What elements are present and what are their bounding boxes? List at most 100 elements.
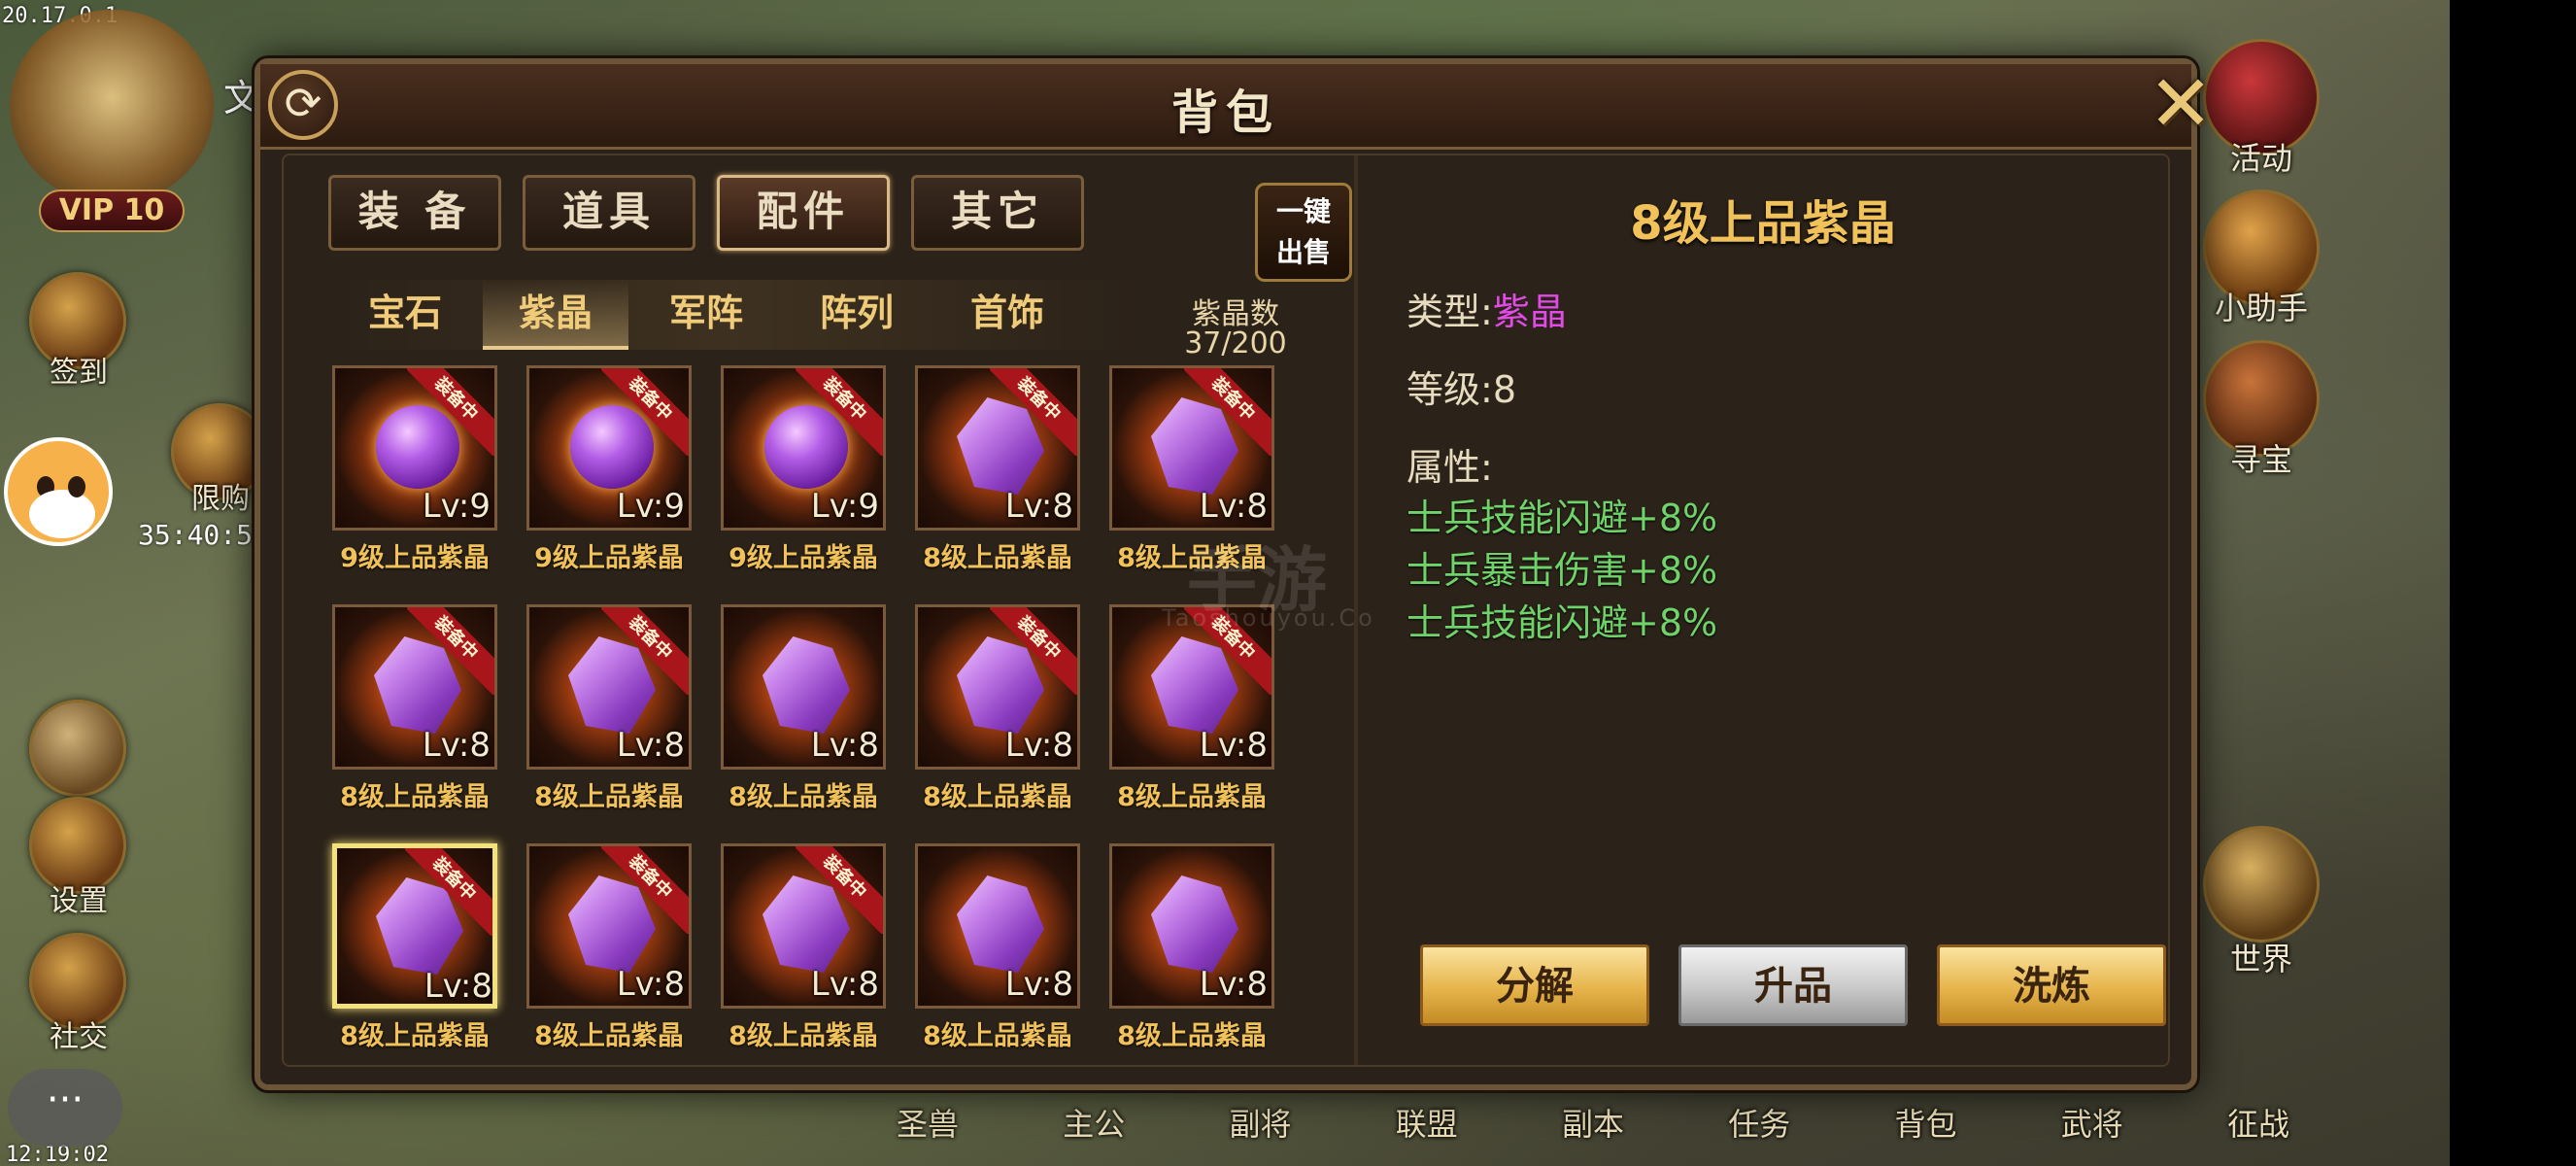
nav-item[interactable]: 主公 bbox=[1040, 1100, 1147, 1158]
subtab-formation[interactable]: 阵列 bbox=[784, 280, 930, 350]
item-level: Lv:8 bbox=[1199, 965, 1268, 1004]
inventory-item[interactable]: 装备中 Lv:8 8级上品紫晶 bbox=[915, 365, 1080, 573]
inventory-item[interactable]: 装备中 Lv:8 8级上品紫晶 bbox=[526, 843, 692, 1051]
inventory-item[interactable]: 装备中 Lv:9 9级上品紫晶 bbox=[332, 365, 497, 573]
inventory-item[interactable]: 装备中 Lv:8 8级上品紫晶 bbox=[721, 843, 886, 1051]
equipped-tag: 装备中 bbox=[601, 846, 689, 934]
detail-item-name: 8级上品紫晶 bbox=[1630, 196, 1896, 251]
chat-button[interactable]: ··· bbox=[8, 1069, 122, 1147]
mail-icon[interactable] bbox=[29, 700, 126, 797]
equipped-ribbon: 装备中 bbox=[405, 848, 492, 936]
subtab-gem[interactable]: 宝石 bbox=[332, 280, 478, 350]
item-name: 8级上品紫晶 bbox=[923, 782, 1072, 812]
equipped-ribbon: 装备中 bbox=[601, 846, 689, 934]
subtab-army[interactable]: 军阵 bbox=[633, 280, 779, 350]
equipped-ribbon: 装备中 bbox=[407, 607, 494, 695]
inventory-item[interactable]: 装备中 Lv:8 8级上品紫晶 bbox=[915, 604, 1080, 812]
amethyst-crystal-icon bbox=[957, 875, 1044, 973]
item-level: Lv:9 bbox=[810, 487, 879, 526]
equipped-ribbon: 装备中 bbox=[796, 368, 883, 456]
item-name: 8级上品紫晶 bbox=[534, 1021, 684, 1051]
item-name: 8级上品紫晶 bbox=[534, 782, 684, 812]
refine-button[interactable]: 洗炼 bbox=[1937, 944, 2166, 1026]
inventory-item[interactable]: 装备中 Lv:8 8级上品紫晶 bbox=[332, 843, 497, 1051]
one-click-sell-button[interactable]: 一键 出售 bbox=[1255, 183, 1352, 282]
close-icon[interactable]: ✕ bbox=[2137, 60, 2224, 148]
nav-item[interactable]: 圣兽 bbox=[874, 1100, 981, 1158]
item-frame: 装备中 Lv:8 bbox=[1109, 365, 1274, 531]
amethyst-crystal-icon bbox=[763, 636, 850, 734]
item-name: 8级上品紫晶 bbox=[1117, 782, 1267, 812]
equipped-tag: 装备中 bbox=[990, 368, 1077, 456]
inventory-item[interactable]: 装备中 Lv:8 8级上品紫晶 bbox=[526, 604, 692, 812]
item-level: Lv:8 bbox=[1004, 487, 1073, 526]
dialog-title: 背包 bbox=[1170, 86, 1280, 140]
equipped-tag: 装备中 bbox=[601, 368, 689, 456]
detail-panel: 8级上品紫晶 类型:紫晶 等级:8 属性: 士兵技能闪避+8% 士兵暴击伤害+8… bbox=[1358, 155, 2168, 1065]
tab-equipment[interactable]: 装 备 bbox=[328, 175, 501, 251]
type-label: 类型: bbox=[1407, 291, 1493, 333]
item-frame: Lv:8 bbox=[1109, 843, 1274, 1009]
inventory-item[interactable]: 装备中 Lv:8 8级上品紫晶 bbox=[332, 604, 497, 812]
assistant-label: 小助手 bbox=[2214, 290, 2308, 326]
attr-label: 属性: bbox=[1407, 446, 1493, 489]
level-value: 8 bbox=[1492, 368, 1516, 411]
equipped-tag: 装备中 bbox=[407, 368, 494, 456]
cat-mascot-icon[interactable] bbox=[4, 437, 113, 546]
decompose-button[interactable]: 分解 bbox=[1420, 944, 1649, 1026]
inventory-item[interactable]: Lv:8 8级上品紫晶 bbox=[915, 843, 1080, 1051]
subtab-jewelry[interactable]: 首饰 bbox=[934, 280, 1080, 350]
sell-button-line2: 出售 bbox=[1275, 236, 1331, 268]
equipped-tag: 装备中 bbox=[796, 368, 883, 456]
equipped-tag: 装备中 bbox=[405, 848, 492, 936]
social-label: 社交 bbox=[50, 1020, 108, 1054]
vip-badge[interactable]: VIP 10 bbox=[39, 189, 185, 232]
item-frame: Lv:8 bbox=[721, 604, 886, 770]
inventory-item[interactable]: Lv:8 8级上品紫晶 bbox=[721, 604, 886, 812]
item-level: Lv:8 bbox=[422, 726, 491, 765]
nav-item[interactable]: 任务 bbox=[1706, 1100, 1813, 1158]
item-name: 8级上品紫晶 bbox=[923, 543, 1072, 573]
equipped-ribbon: 装备中 bbox=[990, 607, 1077, 695]
world-label: 世界 bbox=[2229, 941, 2292, 977]
tab-items[interactable]: 道具 bbox=[523, 175, 695, 251]
limited-buy-timer: 35:40:5 bbox=[138, 519, 254, 551]
nav-item[interactable]: 副本 bbox=[1540, 1100, 1646, 1158]
tab-accessories[interactable]: 配件 bbox=[717, 175, 890, 251]
equipped-tag: 装备中 bbox=[990, 607, 1077, 695]
item-name: 8级上品紫晶 bbox=[729, 1021, 878, 1051]
equipped-ribbon: 装备中 bbox=[1184, 368, 1271, 456]
item-name: 8级上品紫晶 bbox=[340, 782, 490, 812]
subtab-amethyst[interactable]: 紫晶 bbox=[483, 280, 628, 350]
attribute-line: 士兵暴击伤害+8% bbox=[1407, 549, 1718, 592]
equipped-ribbon: 装备中 bbox=[407, 368, 494, 456]
item-frame: 装备中 Lv:9 bbox=[526, 365, 692, 531]
item-name: 8级上品紫晶 bbox=[923, 1021, 1072, 1051]
item-frame: 装备中 Lv:9 bbox=[721, 365, 886, 531]
item-name: 9级上品紫晶 bbox=[729, 543, 878, 573]
upgrade-grade-button[interactable]: 升品 bbox=[1678, 944, 1908, 1026]
equipped-ribbon: 装备中 bbox=[990, 368, 1077, 456]
nav-item[interactable]: 背包 bbox=[1873, 1100, 1980, 1158]
sign-in-label: 签到 bbox=[50, 356, 108, 390]
tab-others[interactable]: 其它 bbox=[911, 175, 1084, 251]
item-frame: Lv:8 bbox=[915, 843, 1080, 1009]
type-value: 紫晶 bbox=[1492, 291, 1567, 333]
inventory-item[interactable]: 装备中 Lv:8 8级上品紫晶 bbox=[1109, 604, 1274, 812]
item-frame: 装备中 Lv:8 bbox=[332, 843, 497, 1009]
world-icon[interactable] bbox=[2203, 826, 2320, 943]
player-avatar[interactable] bbox=[10, 10, 214, 204]
inventory-item[interactable]: Lv:8 8级上品紫晶 bbox=[1109, 843, 1274, 1051]
nav-item[interactable]: 副将 bbox=[1207, 1100, 1314, 1158]
nav-item[interactable]: 联盟 bbox=[1373, 1100, 1480, 1158]
amethyst-crystal-icon bbox=[1151, 875, 1238, 973]
item-level: Lv:8 bbox=[810, 726, 879, 765]
inventory-item[interactable]: 装备中 Lv:9 9级上品紫晶 bbox=[721, 365, 886, 573]
level-label: 等级: bbox=[1407, 368, 1493, 411]
inventory-item[interactable]: 装备中 Lv:9 9级上品紫晶 bbox=[526, 365, 692, 573]
nav-item[interactable]: 征战 bbox=[2205, 1100, 2312, 1158]
nav-item[interactable]: 武将 bbox=[2039, 1100, 2146, 1158]
item-level: Lv:8 bbox=[616, 726, 685, 765]
subtab-bar: 宝石 紫晶 军阵 阵列 首饰 bbox=[332, 280, 1138, 350]
item-frame: 装备中 Lv:8 bbox=[526, 604, 692, 770]
